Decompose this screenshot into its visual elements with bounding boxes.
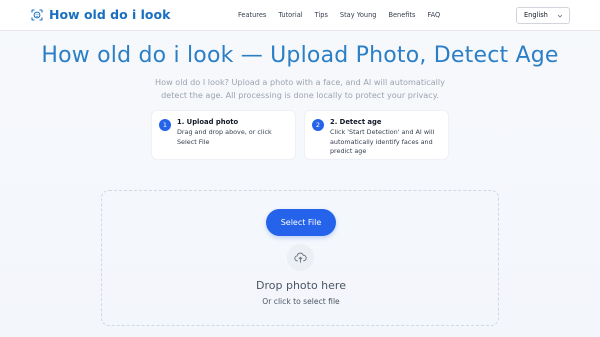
upload-icon-badge [287, 244, 314, 271]
nav-link-faq[interactable]: FAQ [427, 11, 440, 20]
step-title: 2. Detect age [330, 118, 382, 126]
nav-link-stay-young[interactable]: Stay Young [340, 11, 377, 20]
nav-link-tutorial[interactable]: Tutorial [278, 11, 302, 20]
select-file-button[interactable]: Select File [266, 209, 336, 236]
step-number-badge: 2 [312, 119, 324, 131]
photo-dropzone[interactable]: Select File Drop photo here Or click to … [101, 190, 499, 326]
main-nav: Features Tutorial Tips Stay Young Benefi… [238, 11, 440, 20]
dropzone-title: Drop photo here [256, 279, 346, 292]
top-navbar: How old do i look Features Tutorial Tips… [0, 0, 600, 31]
chevron-down-icon [557, 14, 563, 18]
step-title: 1. Upload photo [177, 118, 239, 126]
language-select[interactable]: English [516, 7, 570, 24]
page-title: How old do i look — Upload Photo, Detect… [41, 43, 559, 68]
step-description: Drag and drop above, or click Select Fil… [177, 128, 272, 146]
nav-link-features[interactable]: Features [238, 11, 266, 20]
face-scan-icon [31, 9, 43, 21]
dropzone-subtitle: Or click to select file [262, 297, 340, 306]
brand-name: How old do i look [49, 7, 171, 22]
nav-link-benefits[interactable]: Benefits [388, 11, 415, 20]
page-subtitle: How old do I look? Upload a photo with a… [155, 77, 445, 100]
brand-link[interactable]: How old do i look [31, 8, 170, 22]
step-card-upload: 1 1. Upload photo Drag and drop above, o… [151, 110, 296, 160]
language-selected-value: English [524, 11, 548, 19]
step-description: Click 'Start Detection' and AI will auto… [330, 128, 435, 155]
step-number-badge: 1 [159, 119, 171, 131]
nav-link-tips[interactable]: Tips [315, 11, 328, 20]
step-card-detect: 2 2. Detect age Click 'Start Detection' … [304, 110, 449, 160]
cloud-upload-icon [294, 252, 307, 263]
